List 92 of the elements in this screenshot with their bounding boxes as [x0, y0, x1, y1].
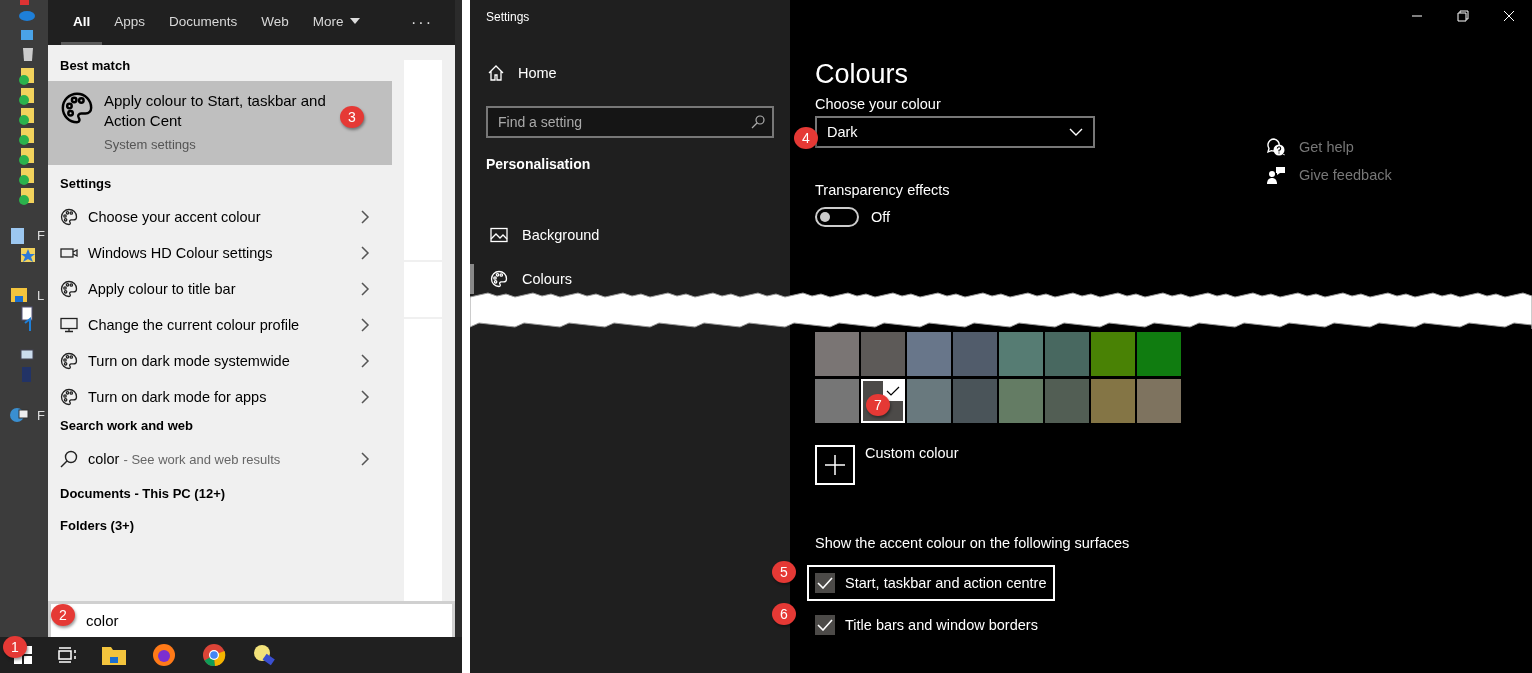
chevron-down-icon — [1069, 128, 1083, 136]
picture-icon — [490, 227, 508, 243]
palette-icon — [60, 352, 78, 370]
search-icon — [60, 450, 78, 468]
home-icon — [488, 65, 504, 81]
restore-icon[interactable] — [1457, 10, 1469, 22]
find-setting-field[interactable]: Find a setting — [486, 106, 774, 138]
transparency-toggle[interactable] — [815, 207, 859, 227]
colour-swatch[interactable] — [907, 379, 951, 423]
settings-result[interactable]: Turn on dark mode systemwide — [48, 343, 392, 379]
palette-icon — [60, 208, 78, 226]
field-label: Choose your colour — [815, 95, 942, 114]
chevron-right-icon[interactable] — [360, 452, 370, 466]
search-filter-tab[interactable]: All — [61, 0, 103, 45]
help-chat-icon — [1267, 138, 1285, 156]
folder-icon[interactable] — [102, 645, 126, 665]
caret-down-icon — [349, 18, 360, 24]
palette-icon — [60, 280, 78, 298]
help-link[interactable]: Give feedback — [1267, 166, 1392, 184]
more-options-button[interactable]: ··· — [405, 0, 439, 45]
monitor-icon — [60, 317, 78, 333]
colour-swatch[interactable] — [953, 379, 997, 423]
colour-swatch[interactable] — [1091, 379, 1135, 423]
check-icon — [817, 577, 833, 589]
feedback-person-icon — [1267, 166, 1285, 184]
colour-swatch[interactable] — [815, 332, 859, 376]
field-label: Transparency effects — [815, 181, 951, 200]
colour-swatch[interactable] — [999, 379, 1043, 423]
colour-swatch[interactable] — [1137, 379, 1181, 423]
colour-swatch[interactable] — [1137, 332, 1181, 376]
plus-icon — [825, 455, 845, 475]
colour-swatch[interactable] — [815, 379, 859, 423]
nav-item[interactable]: Background — [470, 220, 774, 250]
video-camera-icon — [60, 247, 78, 259]
colour-swatch[interactable] — [1091, 332, 1135, 376]
search-filter-tab[interactable]: Documents — [157, 0, 250, 45]
settings-result[interactable]: Turn on dark mode for apps — [48, 379, 392, 415]
desktop-icon-label: L — [37, 288, 45, 303]
chevron-right-icon[interactable] — [360, 390, 370, 404]
checkbox[interactable] — [815, 615, 835, 635]
round-browser-icon[interactable] — [202, 643, 226, 667]
desktop-icon-label: F — [37, 408, 45, 423]
search-filter-tab[interactable]: Web — [249, 0, 301, 45]
search-icon — [751, 115, 765, 129]
palette-icon — [490, 270, 508, 288]
colour-swatch[interactable] — [861, 332, 905, 376]
colour-swatch[interactable] — [1045, 379, 1089, 423]
settings-result[interactable]: Windows HD Colour settings — [48, 235, 392, 271]
settings-result[interactable]: Choose your accent colour — [48, 199, 392, 235]
search-filter-tab[interactable]: Apps — [102, 0, 158, 45]
result-title: Apply colour to Start, taskbar and Action Cent — [104, 91, 327, 131]
palette-icon — [60, 91, 94, 125]
result-group-heading[interactable]: Folders (3+) — [48, 515, 392, 541]
colour-swatch[interactable] — [1045, 332, 1089, 376]
palette-icon — [60, 388, 78, 406]
colour-swatch[interactable] — [907, 332, 951, 376]
settings-result[interactable]: Apply colour to title bar — [48, 271, 392, 307]
chevron-right-icon[interactable] — [360, 210, 370, 224]
section-heading: Settings — [59, 175, 113, 193]
chevron-right-icon[interactable] — [360, 246, 370, 260]
checkbox[interactable] — [815, 573, 835, 593]
chevron-right-icon[interactable] — [360, 318, 370, 332]
section-heading: Best match — [59, 57, 132, 75]
checkbox-label: Start, taskbar and action centre — [845, 575, 1047, 591]
desktop-icon-label: F — [37, 228, 45, 243]
settings-result[interactable]: Change the current colour profile — [48, 307, 392, 343]
nav-section-heading: Personalisation — [486, 156, 592, 174]
page-title: Colours — [815, 58, 910, 91]
search-filter-menu[interactable]: More — [300, 0, 372, 45]
chevron-right-icon[interactable] — [360, 354, 370, 368]
close-icon[interactable] — [1503, 10, 1515, 22]
result-group-heading[interactable]: Documents - This PC (12+) — [48, 483, 392, 509]
result-subtitle: System settings — [104, 137, 197, 152]
toggle-state-label: Off — [871, 209, 891, 225]
colour-swatch[interactable] — [953, 332, 997, 376]
flame-browser-icon[interactable] — [152, 643, 176, 667]
lightbulb-icon[interactable] — [252, 643, 276, 667]
add-custom-colour-button[interactable] — [815, 445, 855, 485]
web-search-result[interactable]: color - See work and web results — [48, 441, 392, 477]
colour-mode-dropdown[interactable]: Dark — [815, 116, 1095, 148]
check-icon — [883, 381, 903, 401]
custom-colour-label: Custom colour — [865, 445, 959, 463]
window-title: Settings — [486, 9, 531, 26]
section-heading: Show the accent colour on the following surfaces — [815, 535, 1131, 553]
colour-swatch[interactable] — [999, 332, 1043, 376]
section-heading: Search work and web — [59, 417, 194, 435]
home-nav-link[interactable]: Home — [486, 56, 559, 90]
help-link[interactable]: Get help — [1267, 138, 1354, 156]
task-view-icon[interactable] — [58, 647, 76, 663]
chevron-right-icon[interactable] — [360, 282, 370, 296]
checkbox-label: Title bars and window borders — [845, 617, 1038, 633]
check-icon — [817, 619, 833, 631]
